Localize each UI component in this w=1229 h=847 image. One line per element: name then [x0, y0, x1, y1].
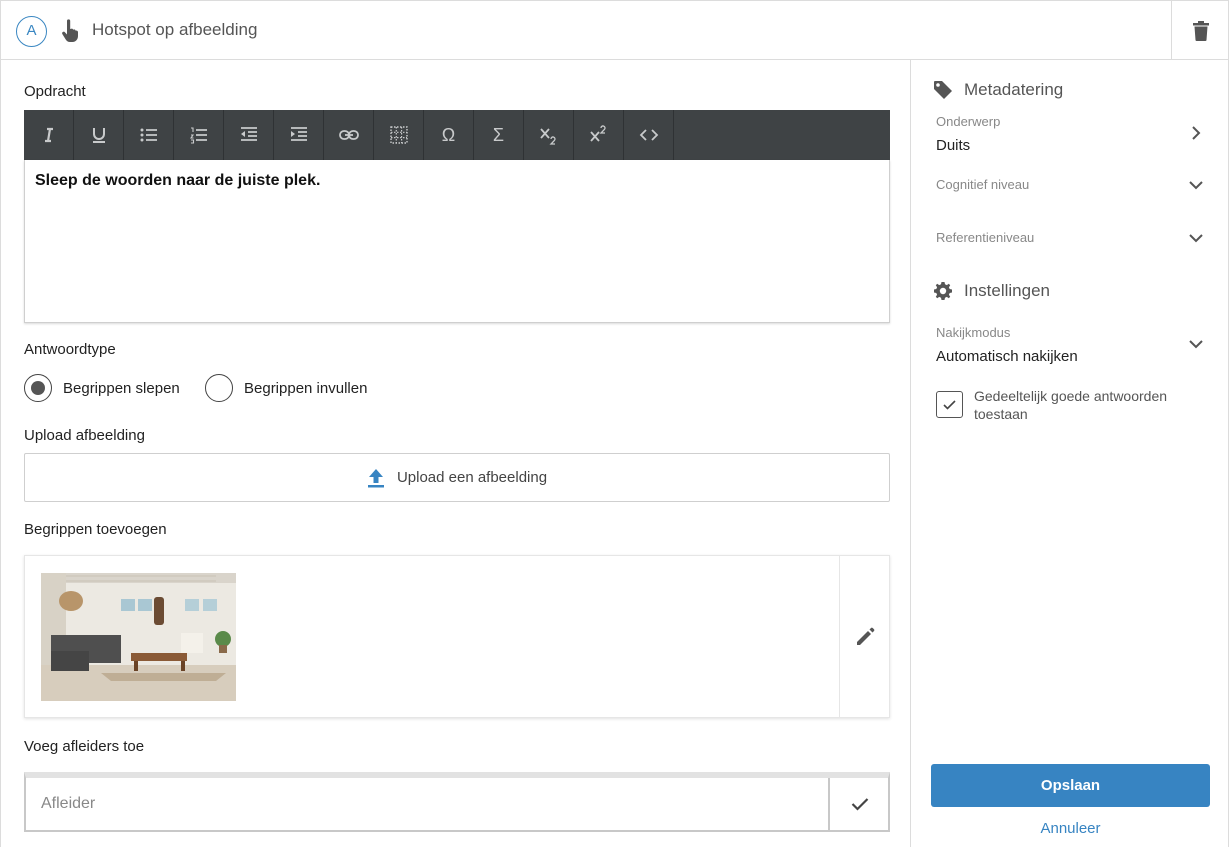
- settings-heading-text: Instellingen: [964, 281, 1051, 300]
- special-character-button[interactable]: Ω: [424, 110, 474, 160]
- hotspot-image-card: [24, 555, 890, 718]
- trash-icon: [1193, 21, 1209, 41]
- save-button[interactable]: Opslaan: [931, 764, 1210, 807]
- superscript-icon: [589, 125, 606, 142]
- question-letter-badge: A: [16, 16, 47, 47]
- bullet-list-icon: [140, 128, 157, 142]
- partial-credit-label: Gedeeltelijk goede antwoorden toestaan: [974, 388, 1168, 422]
- numbered-list-button[interactable]: [174, 110, 224, 160]
- rich-text-editor[interactable]: Sleep de woorden naar de juiste plek.: [24, 160, 890, 323]
- tag-icon: [934, 81, 952, 99]
- distractor-input-group: [24, 772, 890, 832]
- numbered-list-icon: [189, 127, 207, 144]
- question-type-title: Hotspot op afbeelding: [92, 20, 258, 39]
- upload-image-label: Upload afbeelding: [24, 427, 145, 444]
- edit-hotspots-button[interactable]: [852, 624, 878, 650]
- add-distractors-label: Voeg afleiders toe: [24, 738, 145, 755]
- assignment-label: Opdracht: [24, 83, 86, 100]
- radio-selected-dot: [31, 381, 45, 395]
- subject-label: Onderwerp: [936, 114, 1001, 129]
- subject-value: Duits: [936, 137, 971, 154]
- upload-image-button[interactable]: Upload een afbeelding: [24, 453, 890, 502]
- answer-type-label: Antwoordtype: [24, 341, 116, 358]
- settings-heading: Instellingen: [933, 281, 1050, 301]
- metadata-heading: Metadatering: [933, 80, 1063, 100]
- radio-label: Begrippen invullen: [244, 379, 368, 397]
- radio-button[interactable]: [24, 374, 52, 402]
- header-bar: A Hotspot op afbeelding: [0, 0, 1229, 60]
- radio-button[interactable]: [205, 374, 233, 402]
- gear-icon: [934, 282, 952, 300]
- confirm-distractor-button[interactable]: [832, 778, 888, 830]
- subscript-icon: [539, 128, 556, 145]
- source-code-button[interactable]: [624, 110, 674, 160]
- formula-button[interactable]: Σ: [474, 110, 524, 160]
- upload-arrow-icon: [367, 468, 384, 487]
- chevron-down-icon[interactable]: [1187, 229, 1205, 247]
- underline-icon: [92, 128, 105, 143]
- subscript-button[interactable]: [524, 110, 574, 160]
- editor-toolbar: Ω Σ: [24, 110, 890, 160]
- partial-credit-checkbox[interactable]: [936, 391, 963, 418]
- radio-fill-in-terms[interactable]: Begrippen invullen: [205, 373, 367, 403]
- chevron-down-icon[interactable]: [1187, 335, 1205, 353]
- review-mode-label: Nakijkmodus: [936, 325, 1011, 340]
- review-mode-value: Automatisch nakijken: [936, 348, 1078, 365]
- uploaded-image-thumbnail: [41, 573, 236, 701]
- sidebar-panel: Metadatering Onderwerp Duits Cognitief n…: [910, 60, 1229, 847]
- outdent-button[interactable]: [224, 110, 274, 160]
- outdent-icon: [240, 127, 257, 141]
- indent-icon: [290, 127, 307, 141]
- table-grid-icon: [389, 126, 408, 144]
- italic-icon: [44, 127, 53, 143]
- superscript-button[interactable]: [574, 110, 624, 160]
- chevron-right-icon[interactable]: [1187, 124, 1205, 142]
- radio-drag-terms[interactable]: Begrippen slepen: [24, 373, 180, 403]
- cancel-link[interactable]: Annuleer: [931, 820, 1210, 837]
- main-panel: Opdracht Ω Σ Sleep de woorden naar de ju…: [0, 60, 910, 847]
- underline-button[interactable]: [74, 110, 124, 160]
- code-icon: [639, 129, 658, 141]
- checkmark-icon: [851, 798, 869, 811]
- delete-button[interactable]: [1184, 17, 1218, 45]
- italic-button[interactable]: [24, 110, 74, 160]
- table-button[interactable]: [374, 110, 424, 160]
- distractor-input[interactable]: [26, 778, 828, 830]
- add-terms-label: Begrippen toevoegen: [24, 521, 167, 538]
- bullet-list-button[interactable]: [124, 110, 174, 160]
- reference-level-label: Referentieniveau: [936, 230, 1035, 245]
- header-divider: [1171, 1, 1172, 60]
- checkmark-icon: [943, 399, 956, 410]
- card-divider: [839, 556, 840, 717]
- chevron-down-icon[interactable]: [1187, 176, 1205, 194]
- indent-button[interactable]: [274, 110, 324, 160]
- editor-content: Sleep de woorden naar de juiste plek.: [35, 172, 321, 189]
- sigma-icon: Σ: [492, 124, 505, 145]
- metadata-heading-text: Metadatering: [964, 80, 1064, 99]
- distractor-divider: [828, 778, 830, 830]
- pencil-icon: [857, 627, 875, 645]
- radio-label: Begrippen slepen: [63, 379, 180, 397]
- omega-icon: Ω: [441, 124, 456, 145]
- upload-button-label: Upload een afbeelding: [396, 469, 548, 486]
- link-icon: [338, 130, 359, 140]
- cognitive-level-label: Cognitief niveau: [936, 177, 1030, 192]
- link-button[interactable]: [324, 110, 374, 160]
- hand-pointer-icon: [62, 19, 78, 42]
